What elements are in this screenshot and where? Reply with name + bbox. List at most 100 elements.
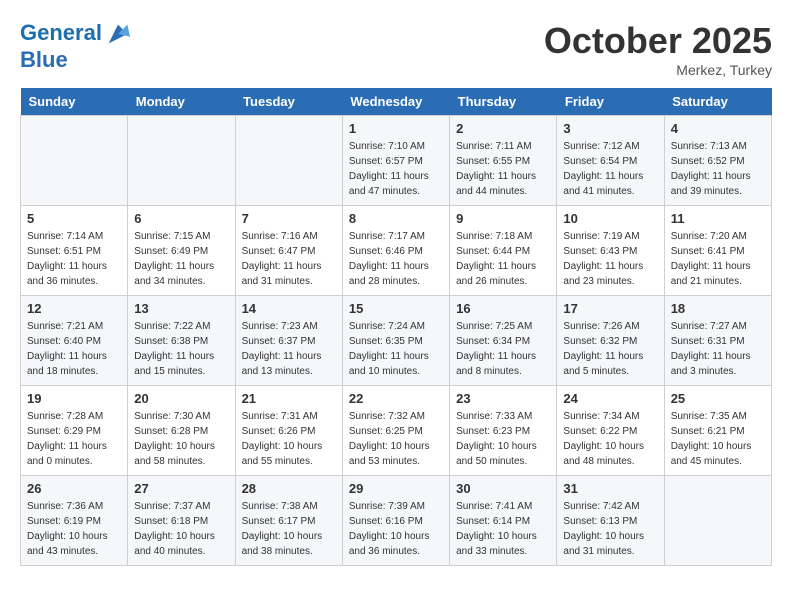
week-row-5: 26Sunrise: 7:36 AMSunset: 6:19 PMDayligh… bbox=[21, 476, 772, 566]
day-number: 12 bbox=[27, 301, 121, 316]
day-cell: 10Sunrise: 7:19 AMSunset: 6:43 PMDayligh… bbox=[557, 206, 664, 296]
day-info: Sunrise: 7:17 AMSunset: 6:46 PMDaylight:… bbox=[349, 229, 443, 289]
day-cell: 15 Sunrise: 7:24 AMSunset: 6:35 PMDayligh… bbox=[342, 296, 449, 386]
day-info: Sunrise: 7:26 AMSunset: 6:32 PMDaylight:… bbox=[563, 319, 657, 379]
day-number: 2 bbox=[456, 121, 550, 136]
logo-text-blue: Blue bbox=[20, 48, 132, 72]
day-number: 10 bbox=[563, 211, 657, 226]
day-cell: 25 Sunrise: 7:35 AMSunset: 6:21 PMDayligh… bbox=[664, 386, 771, 476]
day-info: Sunrise: 7:14 AMSunset: 6:51 PMDaylight:… bbox=[27, 229, 121, 289]
day-number: 19 bbox=[27, 391, 121, 406]
day-cell bbox=[664, 476, 771, 566]
day-cell: 14 Sunrise: 7:23 AMSunset: 6:37 PMDayligh… bbox=[235, 296, 342, 386]
day-number: 22 bbox=[349, 391, 443, 406]
day-info: Sunrise: 7:32 AMSunset: 6:25 PMDaylight:… bbox=[349, 409, 443, 469]
col-header-sunday: Sunday bbox=[21, 88, 128, 116]
day-number: 20 bbox=[134, 391, 228, 406]
day-info: Sunrise: 7:25 AMSunset: 6:34 PMDaylight:… bbox=[456, 319, 550, 379]
day-info: Sunrise: 7:28 AMSunset: 6:29 PMDaylight:… bbox=[27, 409, 121, 469]
week-row-3: 12 Sunrise: 7:21 AMSunset: 6:40 PMDayligh… bbox=[21, 296, 772, 386]
day-cell: 7Sunrise: 7:16 AMSunset: 6:47 PMDaylight… bbox=[235, 206, 342, 296]
day-info: Sunrise: 7:42 AMSunset: 6:13 PMDaylight:… bbox=[563, 499, 657, 559]
day-info: Sunrise: 7:39 AMSunset: 6:16 PMDaylight:… bbox=[349, 499, 443, 559]
day-cell: 28Sunrise: 7:38 AMSunset: 6:17 PMDayligh… bbox=[235, 476, 342, 566]
day-cell: 26Sunrise: 7:36 AMSunset: 6:19 PMDayligh… bbox=[21, 476, 128, 566]
day-cell: 3 Sunrise: 7:12 AMSunset: 6:54 PMDaylight… bbox=[557, 116, 664, 206]
day-info: Sunrise: 7:16 AMSunset: 6:47 PMDaylight:… bbox=[242, 229, 336, 289]
day-info: Sunrise: 7:12 AMSunset: 6:54 PMDaylight:… bbox=[563, 139, 657, 199]
week-row-1: 1 Sunrise: 7:10 AMSunset: 6:57 PMDaylight… bbox=[21, 116, 772, 206]
day-info: Sunrise: 7:11 AMSunset: 6:55 PMDaylight:… bbox=[456, 139, 550, 199]
month-title: October 2025 bbox=[544, 20, 772, 62]
day-number: 21 bbox=[242, 391, 336, 406]
day-number: 16 bbox=[456, 301, 550, 316]
day-cell: 24 Sunrise: 7:34 AMSunset: 6:22 PMDayligh… bbox=[557, 386, 664, 476]
day-cell: 22 Sunrise: 7:32 AMSunset: 6:25 PMDayligh… bbox=[342, 386, 449, 476]
week-row-4: 19 Sunrise: 7:28 AMSunset: 6:29 PMDayligh… bbox=[21, 386, 772, 476]
day-number: 8 bbox=[349, 211, 443, 226]
day-cell: 1 Sunrise: 7:10 AMSunset: 6:57 PMDaylight… bbox=[342, 116, 449, 206]
day-number: 5 bbox=[27, 211, 121, 226]
day-cell: 23 Sunrise: 7:33 AMSunset: 6:23 PMDayligh… bbox=[450, 386, 557, 476]
day-info: Sunrise: 7:20 AMSunset: 6:41 PMDaylight:… bbox=[671, 229, 765, 289]
day-info: Sunrise: 7:33 AMSunset: 6:23 PMDaylight:… bbox=[456, 409, 550, 469]
day-number: 17 bbox=[563, 301, 657, 316]
col-header-monday: Monday bbox=[128, 88, 235, 116]
day-info: Sunrise: 7:34 AMSunset: 6:22 PMDaylight:… bbox=[563, 409, 657, 469]
logo: General Blue bbox=[20, 20, 132, 72]
day-cell: 13Sunrise: 7:22 AMSunset: 6:38 PMDayligh… bbox=[128, 296, 235, 386]
day-info: Sunrise: 7:37 AMSunset: 6:18 PMDaylight:… bbox=[134, 499, 228, 559]
logo-text: General bbox=[20, 20, 132, 48]
location: Merkez, Turkey bbox=[544, 62, 772, 78]
day-info: Sunrise: 7:23 AMSunset: 6:37 PMDaylight:… bbox=[242, 319, 336, 379]
day-cell: 29 Sunrise: 7:39 AMSunset: 6:16 PMDayligh… bbox=[342, 476, 449, 566]
day-cell: 12 Sunrise: 7:21 AMSunset: 6:40 PMDayligh… bbox=[21, 296, 128, 386]
col-header-tuesday: Tuesday bbox=[235, 88, 342, 116]
day-info: Sunrise: 7:35 AMSunset: 6:21 PMDaylight:… bbox=[671, 409, 765, 469]
day-number: 25 bbox=[671, 391, 765, 406]
day-cell: 21 Sunrise: 7:31 AMSunset: 6:26 PMDayligh… bbox=[235, 386, 342, 476]
day-cell: 16 Sunrise: 7:25 AMSunset: 6:34 PMDayligh… bbox=[450, 296, 557, 386]
col-header-wednesday: Wednesday bbox=[342, 88, 449, 116]
day-cell: 20Sunrise: 7:30 AMSunset: 6:28 PMDayligh… bbox=[128, 386, 235, 476]
day-number: 15 bbox=[349, 301, 443, 316]
day-cell: 6 Sunrise: 7:15 AMSunset: 6:49 PMDaylight… bbox=[128, 206, 235, 296]
day-info: Sunrise: 7:38 AMSunset: 6:17 PMDaylight:… bbox=[242, 499, 336, 559]
day-number: 30 bbox=[456, 481, 550, 496]
day-number: 14 bbox=[242, 301, 336, 316]
day-number: 3 bbox=[563, 121, 657, 136]
day-cell: 4Sunrise: 7:13 AMSunset: 6:52 PMDaylight… bbox=[664, 116, 771, 206]
day-number: 26 bbox=[27, 481, 121, 496]
col-header-saturday: Saturday bbox=[664, 88, 771, 116]
logo-icon bbox=[104, 20, 132, 48]
day-number: 23 bbox=[456, 391, 550, 406]
day-info: Sunrise: 7:13 AMSunset: 6:52 PMDaylight:… bbox=[671, 139, 765, 199]
calendar-table: SundayMondayTuesdayWednesdayThursdayFrid… bbox=[20, 88, 772, 566]
day-cell bbox=[21, 116, 128, 206]
day-number: 1 bbox=[349, 121, 443, 136]
day-info: Sunrise: 7:15 AMSunset: 6:49 PMDaylight:… bbox=[134, 229, 228, 289]
day-cell bbox=[235, 116, 342, 206]
day-info: Sunrise: 7:31 AMSunset: 6:26 PMDaylight:… bbox=[242, 409, 336, 469]
day-cell: 17 Sunrise: 7:26 AMSunset: 6:32 PMDayligh… bbox=[557, 296, 664, 386]
day-info: Sunrise: 7:24 AMSunset: 6:35 PMDaylight:… bbox=[349, 319, 443, 379]
day-info: Sunrise: 7:18 AMSunset: 6:44 PMDaylight:… bbox=[456, 229, 550, 289]
day-cell: 9 Sunrise: 7:18 AMSunset: 6:44 PMDaylight… bbox=[450, 206, 557, 296]
day-number: 27 bbox=[134, 481, 228, 496]
day-number: 11 bbox=[671, 211, 765, 226]
day-cell: 19 Sunrise: 7:28 AMSunset: 6:29 PMDayligh… bbox=[21, 386, 128, 476]
day-info: Sunrise: 7:21 AMSunset: 6:40 PMDaylight:… bbox=[27, 319, 121, 379]
day-info: Sunrise: 7:41 AMSunset: 6:14 PMDaylight:… bbox=[456, 499, 550, 559]
day-number: 9 bbox=[456, 211, 550, 226]
day-number: 24 bbox=[563, 391, 657, 406]
day-number: 6 bbox=[134, 211, 228, 226]
col-header-friday: Friday bbox=[557, 88, 664, 116]
day-number: 13 bbox=[134, 301, 228, 316]
day-number: 31 bbox=[563, 481, 657, 496]
col-header-thursday: Thursday bbox=[450, 88, 557, 116]
day-number: 29 bbox=[349, 481, 443, 496]
header-row: SundayMondayTuesdayWednesdayThursdayFrid… bbox=[21, 88, 772, 116]
day-cell: 30 Sunrise: 7:41 AMSunset: 6:14 PMDayligh… bbox=[450, 476, 557, 566]
day-info: Sunrise: 7:10 AMSunset: 6:57 PMDaylight:… bbox=[349, 139, 443, 199]
day-cell: 5 Sunrise: 7:14 AMSunset: 6:51 PMDaylight… bbox=[21, 206, 128, 296]
